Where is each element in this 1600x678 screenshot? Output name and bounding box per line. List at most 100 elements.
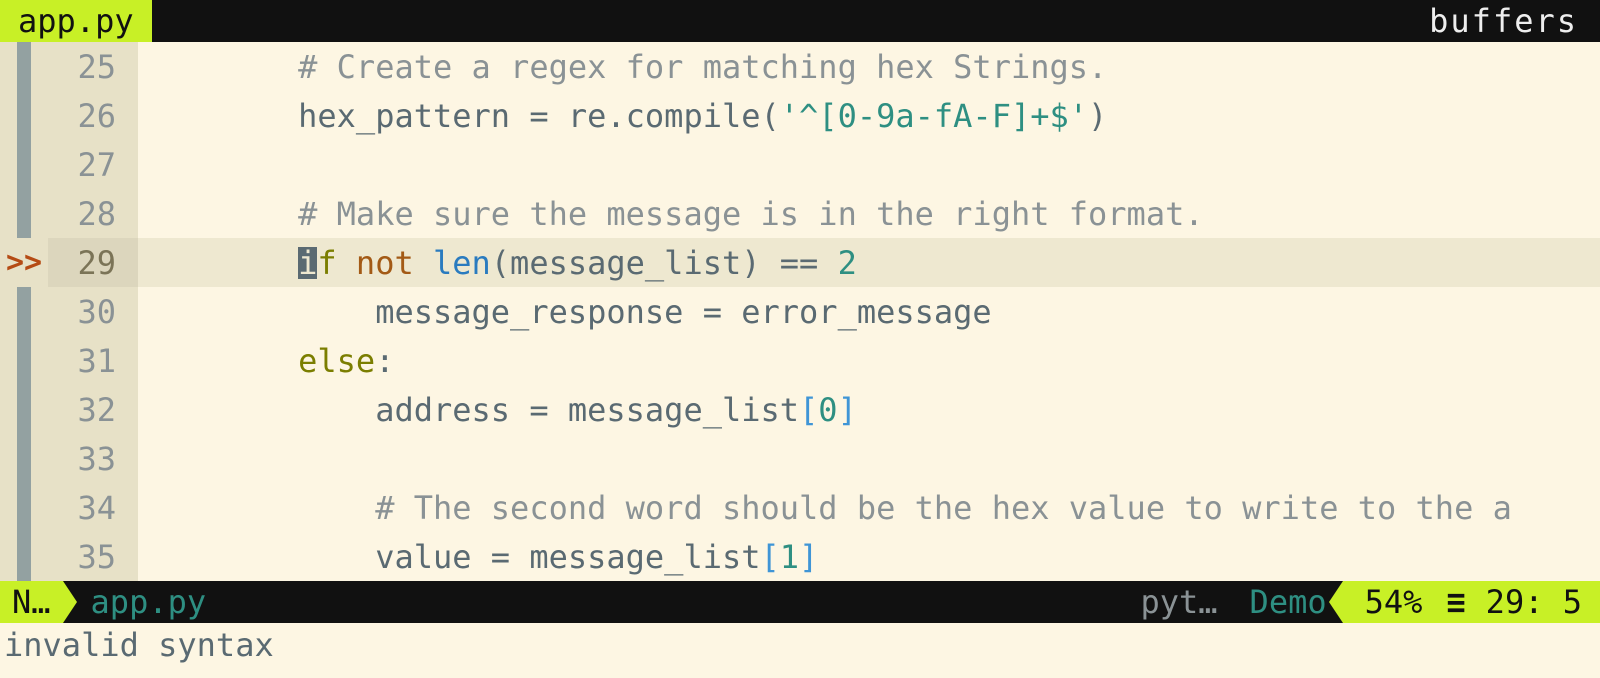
code-line[interactable]: 32 address = message_list[0] <box>0 385 1600 434</box>
code-token: # Make sure the message is in the right … <box>298 198 1203 230</box>
code-token: ] <box>838 394 857 426</box>
code-content[interactable]: # Make sure the message is in the right … <box>138 189 1600 238</box>
change-sign <box>0 434 48 483</box>
code-token: message_response = error_message <box>144 296 992 328</box>
line-number: 35 <box>48 532 124 581</box>
line-number: 27 <box>48 140 124 189</box>
code-content[interactable]: address = message_list[0] <box>138 385 1600 434</box>
tab-line: app.py buffers <box>0 0 1600 42</box>
code-token: value = message_list <box>144 541 761 573</box>
gutter-bar-icon <box>17 42 31 91</box>
code-token: 2 <box>838 247 857 279</box>
gutter-divider <box>124 287 138 336</box>
gutter-bar-icon <box>17 483 31 532</box>
code-line[interactable]: 30 message_response = error_message <box>0 287 1600 336</box>
code-token <box>144 345 298 377</box>
line-number: 33 <box>48 434 124 483</box>
code-content[interactable]: # The second word should be the hex valu… <box>138 483 1600 532</box>
gutter-divider <box>124 336 138 385</box>
gutter-bar-icon <box>17 385 31 434</box>
code-token: '^[0-9a-fA-F]+$' <box>780 100 1088 132</box>
error-marker-icon: >> <box>6 248 42 278</box>
status-percent: 54% <box>1365 586 1437 618</box>
status-filetype: pyt… <box>1124 586 1233 618</box>
code-token: : <box>375 345 394 377</box>
gutter-bar-icon <box>17 189 31 238</box>
gutter-bar-icon <box>17 532 31 581</box>
buffers-label[interactable]: buffers <box>1407 0 1600 42</box>
gutter-bar-icon <box>17 336 31 385</box>
code-token: f <box>317 247 336 279</box>
code-token <box>144 198 298 230</box>
code-line[interactable]: >>29 if not len(message_list) == 2_ <box>0 238 1600 287</box>
gutter-divider <box>124 483 138 532</box>
code-token: ] <box>799 541 818 573</box>
line-number: 26 <box>48 91 124 140</box>
code-line[interactable]: 31 else: <box>0 336 1600 385</box>
status-line: N… app.py pyt… Demo 54% ≡ 29: 5 <box>0 581 1600 623</box>
code-line[interactable]: 25 # Create a regex for matching hex Str… <box>0 42 1600 91</box>
code-token: [ <box>761 541 780 573</box>
code-token <box>337 247 356 279</box>
code-line[interactable]: 26 hex_pattern = re.compile('^[0-9a-fA-F… <box>0 91 1600 140</box>
code-content[interactable]: message_response = error_message <box>138 287 1600 336</box>
change-sign <box>0 189 48 238</box>
gutter-bar-icon <box>17 140 31 189</box>
code-content[interactable] <box>138 140 1600 189</box>
line-number: 25 <box>48 42 124 91</box>
code-content[interactable] <box>138 434 1600 483</box>
code-token <box>144 51 298 83</box>
code-content[interactable]: value = message_list[1] <box>138 532 1600 581</box>
editor-viewport[interactable]: 25 # Create a regex for matching hex Str… <box>0 42 1600 581</box>
gutter-divider <box>124 532 138 581</box>
line-number: 32 <box>48 385 124 434</box>
code-line[interactable]: 27 <box>0 140 1600 189</box>
gutter-divider <box>124 140 138 189</box>
code-line[interactable]: 28 # Make sure the message is in the rig… <box>0 189 1600 238</box>
hamburger-icon: ≡ <box>1436 586 1475 618</box>
code-token <box>144 247 298 279</box>
code-token: hex_pattern = re.compile( <box>144 100 780 132</box>
status-row-col: 29: 5 <box>1476 586 1600 618</box>
code-token: address = message_list <box>144 394 799 426</box>
code-token <box>144 492 375 524</box>
code-token: else <box>298 345 375 377</box>
line-number: 31 <box>48 336 124 385</box>
gutter-divider <box>124 434 138 483</box>
line-number: 30 <box>48 287 124 336</box>
code-content[interactable]: else: <box>138 336 1600 385</box>
code-token: not <box>356 247 414 279</box>
code-line[interactable]: 33 <box>0 434 1600 483</box>
code-content[interactable]: # Create a regex for matching hex String… <box>138 42 1600 91</box>
code-token: len <box>433 247 491 279</box>
change-sign <box>0 385 48 434</box>
tab-active[interactable]: app.py <box>0 0 152 42</box>
code-content[interactable]: hex_pattern = re.compile('^[0-9a-fA-F]+$… <box>138 91 1600 140</box>
code-token: 0 <box>818 394 837 426</box>
mode-indicator: N… <box>0 581 63 623</box>
tabline-spacer <box>152 0 1408 42</box>
change-sign <box>0 287 48 336</box>
line-number: 28 <box>48 189 124 238</box>
gutter-divider <box>124 385 138 434</box>
code-token: i <box>298 247 317 279</box>
change-sign <box>0 483 48 532</box>
command-line[interactable]: invalid syntax <box>0 623 1600 678</box>
gutter-divider <box>124 91 138 140</box>
gutter-divider <box>124 238 138 287</box>
change-sign <box>0 91 48 140</box>
change-sign <box>0 532 48 581</box>
status-section: Demo <box>1234 586 1343 618</box>
change-sign <box>0 42 48 91</box>
code-token: 1 <box>780 541 799 573</box>
gutter-bar-icon <box>17 434 31 483</box>
gutter-divider <box>124 189 138 238</box>
code-token: # Create a regex for matching hex String… <box>298 51 1107 83</box>
code-content[interactable]: if not len(message_list) == 2_ <box>138 238 1600 287</box>
code-token <box>414 247 433 279</box>
code-line[interactable]: 34 # The second word should be the hex v… <box>0 483 1600 532</box>
status-filename: app.py <box>63 581 227 623</box>
code-line[interactable]: 35 value = message_list[1] <box>0 532 1600 581</box>
code-token: # The second word should be the hex valu… <box>375 492 1512 524</box>
line-number: 34 <box>48 483 124 532</box>
